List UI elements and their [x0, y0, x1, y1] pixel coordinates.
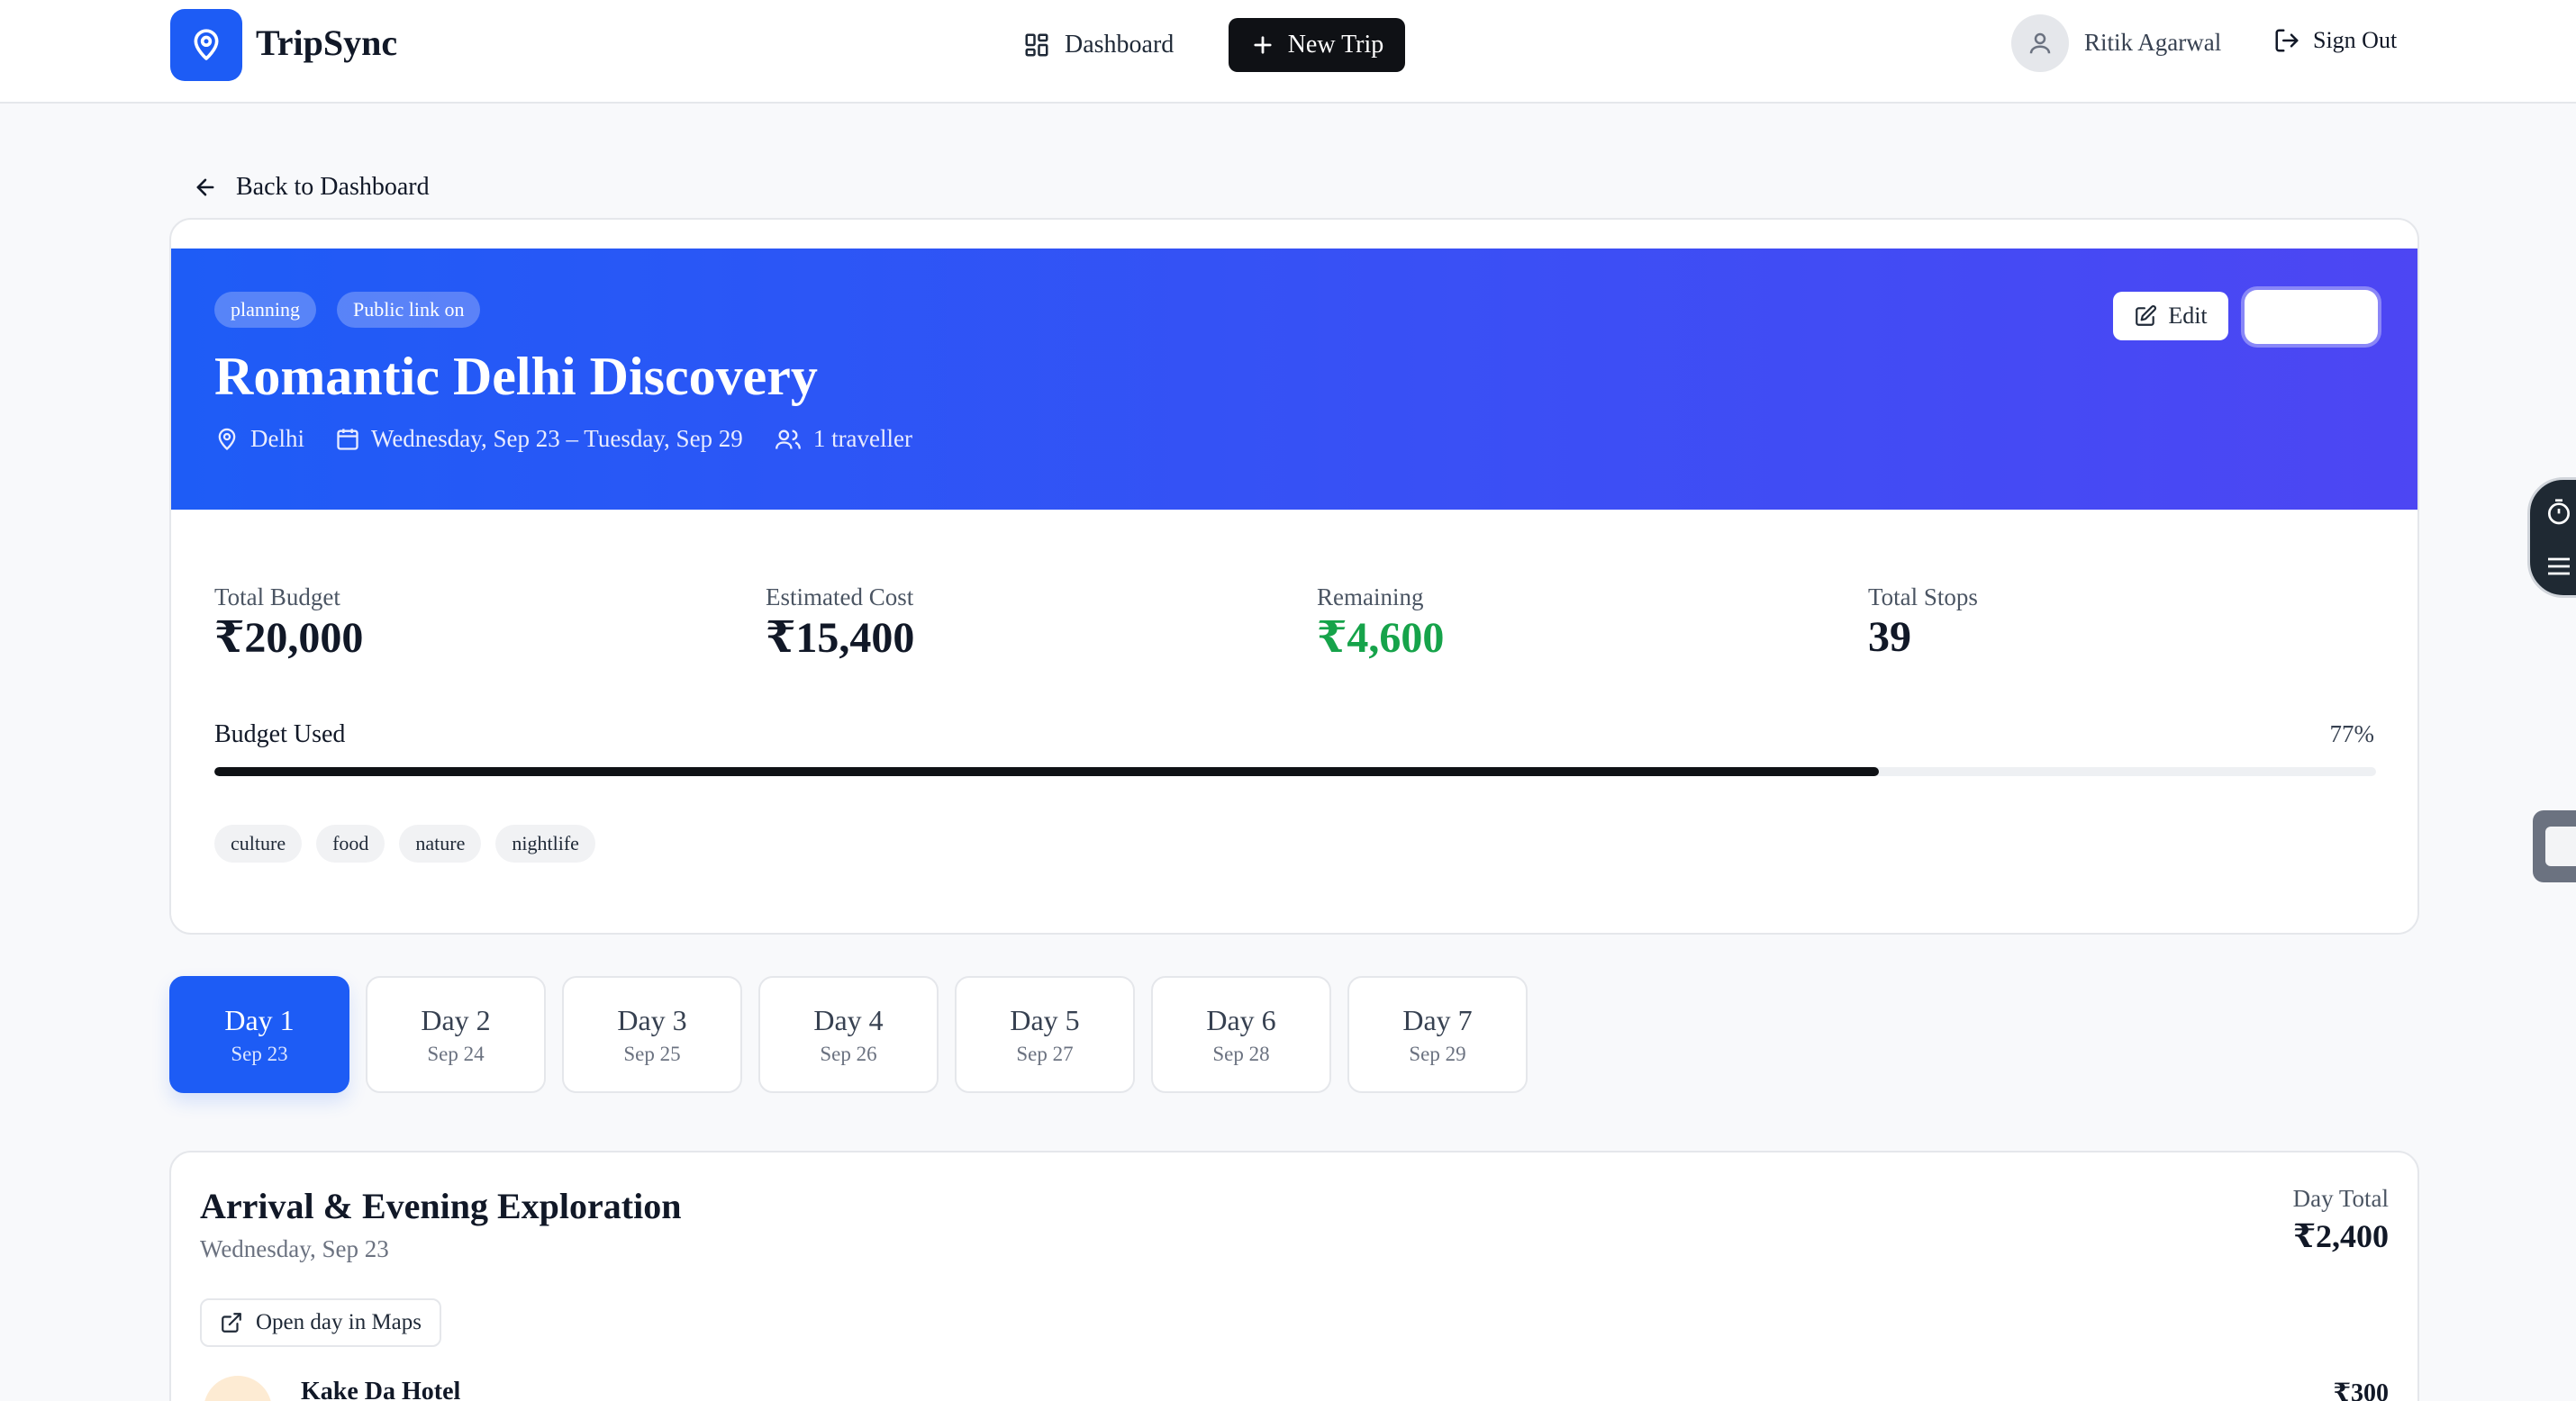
budget-progress-bar — [214, 767, 2376, 776]
user-icon — [2029, 32, 2051, 54]
new-trip-label: New Trip — [1287, 31, 1384, 59]
nav-dashboard-link[interactable]: Dashboard — [1023, 20, 1174, 70]
trip-title: Romantic Delhi Discovery — [214, 347, 818, 406]
back-link-label: Back to Dashboard — [236, 173, 430, 201]
grid-icon — [1025, 33, 1048, 57]
calendar-icon — [337, 428, 358, 450]
tag-nature: nature — [399, 825, 482, 863]
tag-culture: culture — [214, 825, 303, 863]
budget-used-label: Budget Used — [214, 720, 346, 748]
tab-day-3[interactable]: Day 3 Sep 25 — [562, 976, 742, 1093]
trip-meta: Delhi Wednesday, Sep 23 – Tuesday, Sep 2… — [214, 425, 912, 453]
day-tab-label: Day 4 — [813, 1003, 884, 1036]
budget-used-percent: 77% — [2329, 720, 2375, 747]
day-title: Arrival & Evening Exploration — [200, 1186, 682, 1226]
day-tab-date: Sep 27 — [1016, 1042, 1074, 1065]
plus-icon — [1254, 36, 1272, 54]
logout-icon — [2275, 29, 2299, 52]
share-toggle-button[interactable] — [2245, 290, 2378, 344]
edit-label: Edit — [2168, 303, 2208, 329]
back-to-dashboard-link[interactable]: Back to Dashboard — [193, 173, 430, 202]
day-tabs: Day 1 Sep 23 Day 2 Sep 24 Day 3 Sep 25 Day 4 Se… — [169, 976, 1528, 1093]
day-tab-date: Sep 23 — [231, 1042, 288, 1065]
day-tab-label: Day 6 — [1206, 1003, 1276, 1036]
trip-travellers: 1 traveller — [774, 425, 912, 453]
day-tab-label: Day 1 — [224, 1003, 295, 1036]
trip-location-text: Delhi — [250, 425, 304, 452]
day-tab-label: Day 5 — [1010, 1003, 1080, 1036]
trip-dates-text: Wednesday, Sep 23 – Tuesday, Sep 29 — [371, 425, 743, 452]
stop-category-icon — [204, 1376, 272, 1401]
day-tab-date: Sep 24 — [427, 1042, 485, 1065]
maps-button-label: Open day in Maps — [256, 1310, 422, 1334]
day-tab-date: Sep 29 — [1409, 1042, 1466, 1065]
budget-progress-fill — [214, 767, 1879, 776]
tab-day-2[interactable]: Day 2 Sep 24 — [366, 976, 546, 1093]
new-trip-button[interactable]: New Trip — [1229, 18, 1405, 72]
external-link-icon — [222, 1313, 241, 1333]
day-detail-card: Arrival & Evening Exploration Wednesday,… — [169, 1151, 2419, 1401]
tab-day-5[interactable]: Day 5 Sep 27 — [955, 976, 1135, 1093]
day-tab-label: Day 3 — [617, 1003, 687, 1036]
trip-travellers-text: 1 traveller — [812, 425, 913, 452]
avatar[interactable] — [2011, 14, 2069, 72]
timer-icon — [2548, 499, 2570, 525]
menu-icon — [2548, 557, 2570, 575]
day-total-value: ₹2,400 — [2292, 1218, 2389, 1254]
day-tab-date: Sep 26 — [820, 1042, 877, 1065]
tag-food: food — [316, 825, 385, 863]
tab-day-1[interactable]: Day 1 Sep 23 — [169, 976, 349, 1093]
map-pin-icon — [218, 428, 236, 450]
tab-day-4[interactable]: Day 4 Sep 26 — [758, 976, 939, 1093]
sign-out-label: Sign Out — [2313, 27, 2398, 53]
day-date: Wednesday, Sep 23 — [200, 1235, 389, 1262]
arrow-left-icon — [196, 178, 214, 196]
estimated-cost-label: Estimated Cost — [766, 583, 914, 610]
trip-dates: Wednesday, Sep 23 – Tuesday, Sep 29 — [335, 425, 743, 453]
side-floating-toolbar[interactable] — [2527, 477, 2576, 598]
trip-hero-banner: planning Public link on Romantic Delhi D… — [171, 249, 2417, 510]
sign-out-button[interactable]: Sign Out — [2273, 27, 2397, 54]
tab-day-6[interactable]: Day 6 Sep 28 — [1151, 976, 1331, 1093]
open-day-in-maps-button[interactable]: Open day in Maps — [200, 1298, 441, 1347]
tab-day-7[interactable]: Day 7 Sep 29 — [1347, 976, 1528, 1093]
total-budget-value: ₹20,000 — [214, 614, 364, 662]
logo[interactable] — [170, 9, 242, 81]
nav-dashboard-label: Dashboard — [1065, 31, 1175, 59]
top-navbar: TripSync Dashboard New Trip Ritik Agarwa… — [0, 0, 2576, 104]
day-tab-label: Day 7 — [1402, 1003, 1473, 1036]
remaining-label: Remaining — [1317, 583, 1424, 610]
edit-icon — [2136, 305, 2157, 326]
stop-cost: ₹300 — [2333, 1379, 2389, 1401]
public-link-badge: Public link on — [337, 292, 481, 328]
stop-name[interactable]: Kake Da Hotel — [301, 1378, 460, 1401]
trip-location: Delhi — [214, 425, 304, 453]
estimated-cost-value: ₹15,400 — [766, 614, 915, 662]
total-budget-label: Total Budget — [214, 583, 340, 610]
day-tab-label: Day 2 — [421, 1003, 491, 1036]
terminal-icon — [2545, 827, 2576, 866]
total-stops-label: Total Stops — [1868, 583, 1978, 610]
trip-overview-card: planning Public link on Romantic Delhi D… — [169, 218, 2419, 935]
users-icon — [775, 429, 801, 449]
interest-tags: culture food nature nightlife — [214, 825, 595, 863]
map-pin-icon — [194, 29, 219, 60]
day-total-label: Day Total — [2292, 1185, 2389, 1212]
total-stops-value: 39 — [1868, 613, 1911, 661]
status-badge: planning — [214, 292, 316, 328]
user-name: Ritik Agarwal — [2084, 29, 2222, 56]
remaining-value: ₹4,600 — [1317, 614, 1445, 662]
edit-trip-button[interactable]: Edit — [2113, 292, 2228, 340]
day-tab-date: Sep 28 — [1212, 1042, 1270, 1065]
side-terminal-widget[interactable] — [2533, 810, 2576, 882]
day-tab-date: Sep 25 — [623, 1042, 681, 1065]
brand-name[interactable]: TripSync — [256, 22, 397, 64]
tag-nightlife: nightlife — [495, 825, 595, 863]
